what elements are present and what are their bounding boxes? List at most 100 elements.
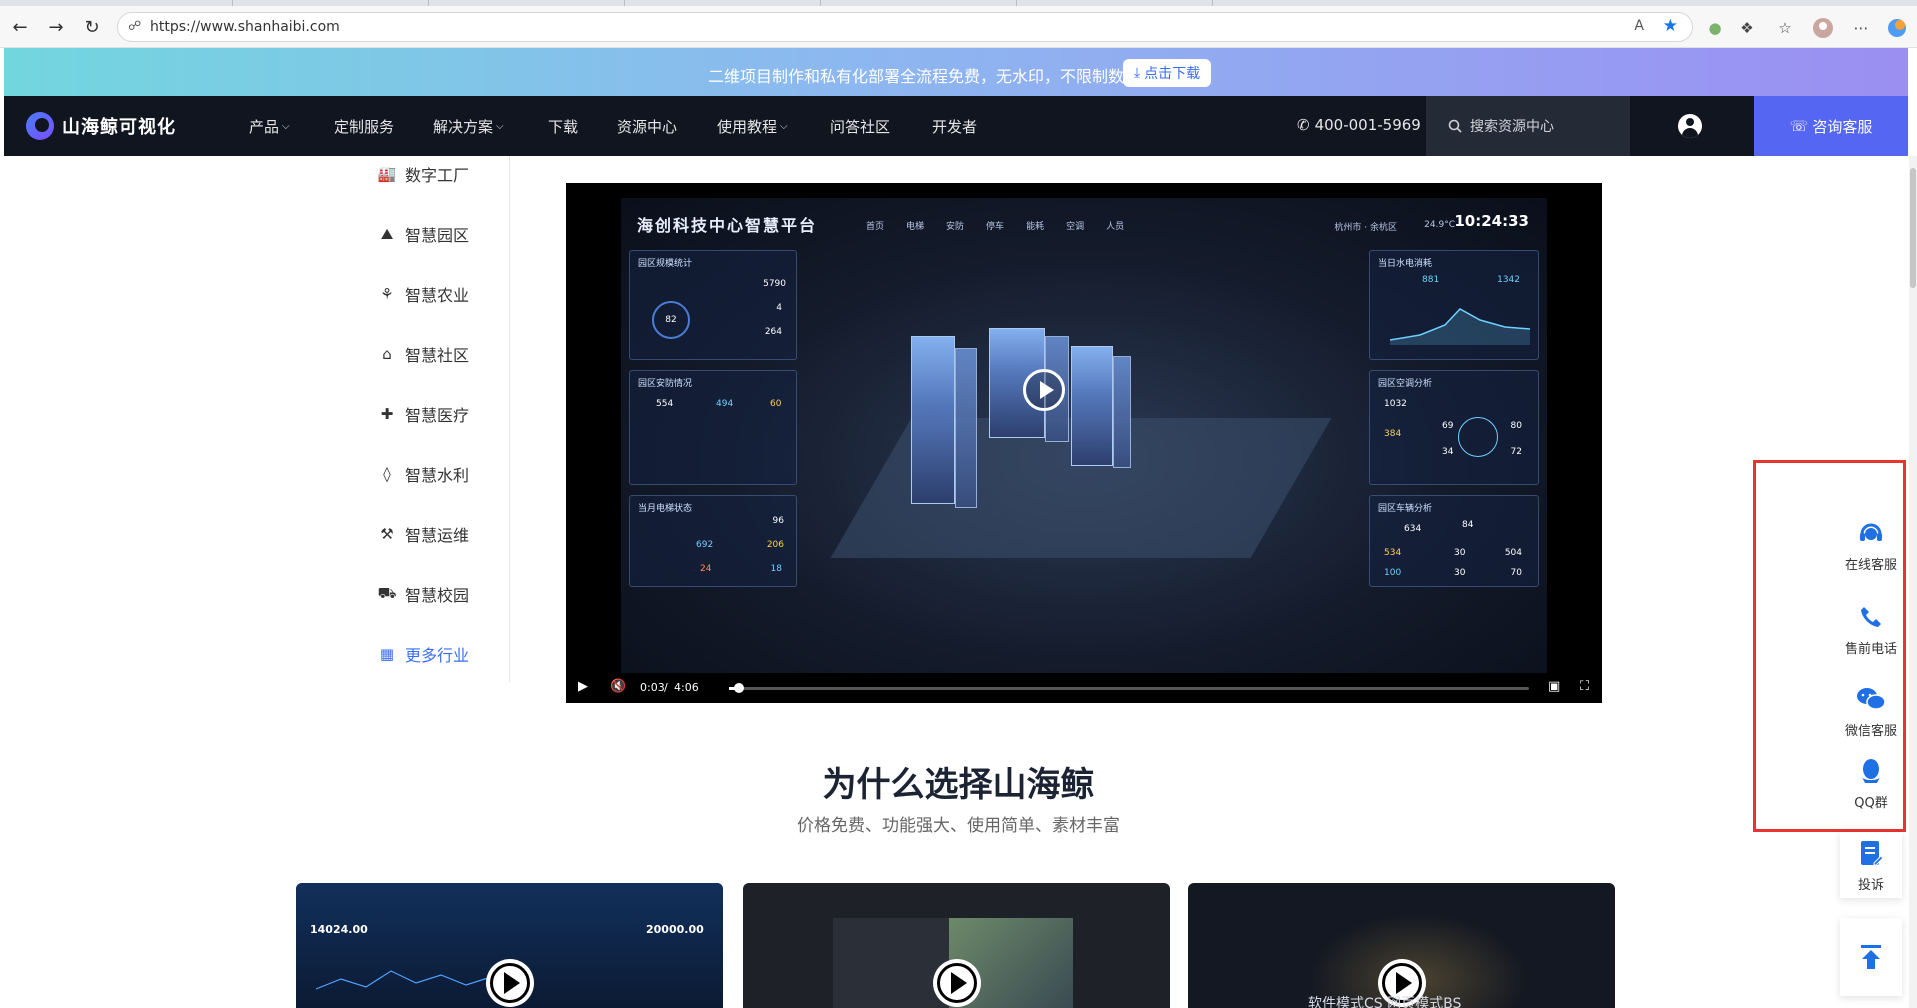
- user-avatar-icon[interactable]: [1678, 114, 1702, 138]
- product-video[interactable]: 海创科技中心智慧平台 首页 电梯 安防 停车 能耗 空调 人员 杭州市 · 余杭区 24.9…: [566, 183, 1602, 703]
- headset-icon: ☏: [1789, 117, 1809, 135]
- industry-label: 智慧医疗: [405, 406, 470, 425]
- card-sales-dashboard[interactable]: 14024.00 20000.00: [296, 883, 723, 1008]
- panel-title: 园区安防情况: [638, 379, 693, 389]
- float-label: 投诉: [1857, 877, 1884, 893]
- panel-title: 当日水电消耗: [1378, 259, 1433, 269]
- muted-icon[interactable]: 🔇: [610, 679, 626, 694]
- panel-title: 园区规模统计: [638, 259, 693, 269]
- industry-item-8[interactable]: ▦ 更多行业: [376, 642, 469, 666]
- extension-icon[interactable]: ●: [1704, 17, 1726, 39]
- float-phone[interactable]: 售前电话: [1840, 596, 1902, 662]
- bus-icon: ⛟: [377, 584, 397, 602]
- profile-icon[interactable]: [1812, 17, 1834, 39]
- float-back-to-top[interactable]: [1840, 918, 1902, 996]
- float-label: 在线客服: [1844, 557, 1897, 573]
- reload-icon[interactable]: ↻: [80, 15, 104, 39]
- stat-value: 5790: [763, 279, 786, 289]
- industry-item-3[interactable]: ⌂ 智慧社区: [376, 342, 469, 366]
- nav-item-label: 问答社区: [830, 118, 891, 136]
- card-editor[interactable]: [743, 883, 1170, 1008]
- dashboard-clock: 10:24:33: [1454, 212, 1529, 230]
- browser-toolbar: ← → ↻ ☍ https://www.shanhaibi.com A ★ ● …: [0, 6, 1917, 48]
- float-label: QQ群: [1854, 795, 1888, 811]
- site-logo[interactable]: 山海鲸可视化: [26, 112, 176, 140]
- stat-value: 30: [1454, 568, 1466, 578]
- consult-button[interactable]: ☏ 咨询客服: [1754, 96, 1908, 156]
- qq-icon: [1856, 756, 1886, 786]
- stat-value: 18: [770, 564, 782, 574]
- card-modes[interactable]: 软件模式CS 网页模式BS: [1188, 883, 1615, 1008]
- forward-icon[interactable]: →: [44, 15, 68, 39]
- favorite-star-icon[interactable]: ★: [1663, 16, 1678, 36]
- more-options-icon[interactable]: ⋯: [1850, 17, 1872, 39]
- video-play-overlay-icon[interactable]: [1023, 369, 1065, 411]
- tower-building: [911, 336, 955, 504]
- site-header: 山海鲸可视化 产品 ⌵ 定制服务 解决方案 ⌵ 下载 资源中心 使用教程 ⌵ 问答社区 开发者 ✆ …: [4, 96, 1908, 156]
- stat-value: 494: [716, 399, 734, 409]
- sprout-icon: ⚘: [380, 285, 394, 303]
- nav-item-label: 开发者: [932, 118, 978, 136]
- float-qq[interactable]: QQ群: [1840, 750, 1902, 816]
- phone-icon: ✆: [1297, 116, 1310, 134]
- nav-item-4[interactable]: 资源中心: [617, 116, 677, 137]
- industry-item-5[interactable]: ◊ 智慧水利: [376, 462, 469, 486]
- read-aloud-icon[interactable]: A: [1634, 18, 1644, 34]
- dashboard-tab: 首页: [866, 222, 885, 232]
- power-panel: 当日水电消耗 881 1342: [1369, 250, 1539, 360]
- address-bar[interactable]: ☍ https://www.shanhaibi.com A ★: [117, 12, 1693, 42]
- duration: 4:06: [674, 681, 699, 694]
- stat-value: 70: [1510, 568, 1522, 578]
- fullscreen-icon[interactable]: ⛶: [1580, 679, 1589, 694]
- float-headset[interactable]: 在线客服: [1840, 512, 1902, 578]
- toolbox-icon: ⚒: [380, 525, 394, 543]
- industry-label: 更多行业: [405, 646, 470, 665]
- industry-item-0[interactable]: 🏭 数字工厂: [376, 162, 469, 186]
- play-icon[interactable]: ▶: [578, 679, 588, 694]
- card-play-icon[interactable]: [933, 959, 981, 1007]
- nav-item-label: 产品: [249, 118, 280, 136]
- nav-item-7[interactable]: 开发者: [932, 116, 977, 137]
- card-play-icon[interactable]: [486, 959, 534, 1007]
- float-wechat[interactable]: 微信客服: [1840, 678, 1902, 744]
- industry-item-2[interactable]: ⚘ 智慧农业: [376, 282, 469, 306]
- water-drop-icon: ◊: [383, 465, 391, 483]
- video-controls: ▶ 🔇 0:03 / 4:06 ▣ ⛶: [566, 673, 1602, 703]
- nav-item-label: 使用教程: [717, 118, 778, 136]
- headset-icon: [1856, 518, 1886, 548]
- copilot-icon[interactable]: [1886, 17, 1908, 39]
- industry-item-7[interactable]: ⛟ 智慧校园: [376, 582, 469, 606]
- factory-icon: 🏭: [377, 165, 397, 183]
- hotline[interactable]: ✆ 400-001-5969: [1297, 116, 1421, 134]
- parking-panel: 园区车辆分析 634 84 534 30 504 100 30 70: [1369, 495, 1539, 587]
- back-icon[interactable]: ←: [8, 15, 32, 39]
- industry-item-6[interactable]: ⚒ 智慧运维: [376, 522, 469, 546]
- industry-item-4[interactable]: ✚ 智慧医疗: [376, 402, 469, 426]
- nav-item-0[interactable]: 产品 ⌵: [249, 116, 290, 137]
- industry-item-1[interactable]: ⛰ 智慧园区: [376, 222, 469, 246]
- dashboard-tab: 安防: [946, 222, 965, 232]
- nav-item-3[interactable]: 下载: [548, 116, 578, 137]
- scrollbar-thumb[interactable]: [1910, 168, 1916, 288]
- download-button[interactable]: ⤓ 点击下载: [1123, 59, 1211, 87]
- resource-search[interactable]: 搜索资源中心: [1426, 96, 1630, 156]
- nav-item-label: 解决方案: [433, 118, 494, 136]
- url-text: https://www.shanhaibi.com: [150, 19, 340, 35]
- hotline-number: 400-001-5969: [1314, 116, 1421, 134]
- nav-item-1[interactable]: 定制服务: [334, 116, 394, 137]
- search-placeholder: 搜索资源中心: [1470, 119, 1554, 135]
- nav-item-2[interactable]: 解决方案 ⌵: [433, 116, 504, 137]
- extensions-puzzle-icon[interactable]: ❖: [1736, 17, 1758, 39]
- float-complaint[interactable]: 投诉: [1840, 832, 1902, 898]
- progress-handle[interactable]: [733, 683, 744, 693]
- float-label: 微信客服: [1844, 723, 1897, 739]
- stat-value: 206: [766, 540, 784, 550]
- site-info-icon[interactable]: ☍: [128, 19, 141, 34]
- picture-in-picture-icon[interactable]: ▣: [1548, 679, 1560, 694]
- video-progress-bar[interactable]: [729, 683, 1529, 693]
- favorites-icon[interactable]: ☆: [1774, 17, 1796, 39]
- complaint-icon: [1856, 838, 1886, 868]
- nav-item-6[interactable]: 问答社区: [830, 116, 890, 137]
- video-frame: 海创科技中心智慧平台 首页 电梯 安防 停车 能耗 空调 人员 杭州市 · 余杭区 24.9…: [621, 198, 1547, 673]
- nav-item-5[interactable]: 使用教程 ⌵: [717, 116, 788, 137]
